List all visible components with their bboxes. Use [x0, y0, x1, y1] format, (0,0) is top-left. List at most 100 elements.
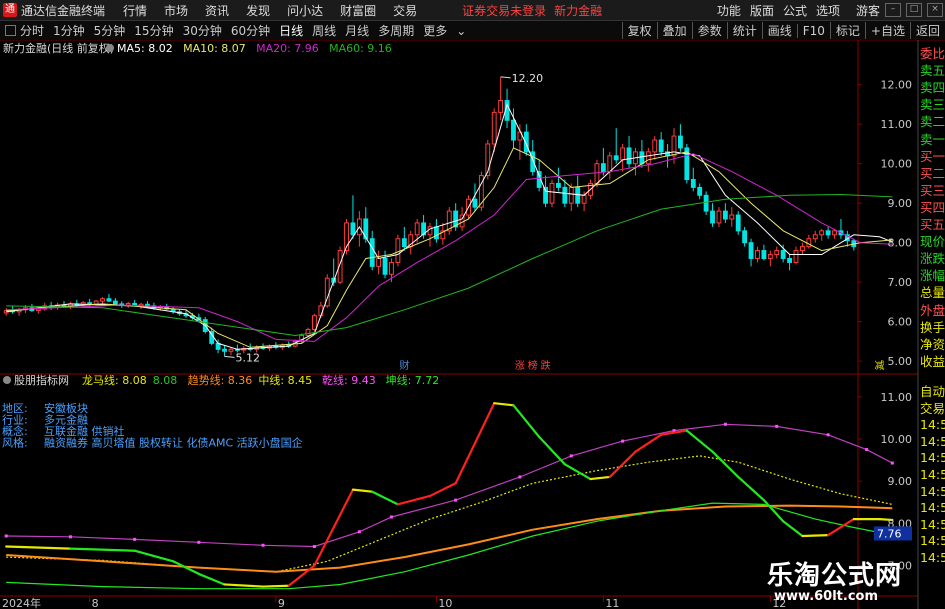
period-tab-intraday[interactable]: 分时 [20, 22, 44, 39]
stock-info-value: 融资融券 高贝塔值 股权转让 化债AMC 活跃小盘国企 [44, 436, 303, 450]
indicator-point [312, 545, 316, 549]
longma-line-segment [493, 402, 515, 407]
menu-item-news[interactable]: 资讯 [205, 2, 229, 19]
side-panel-item: 14:56 [920, 516, 945, 532]
menu-item-quotes[interactable]: 行情 [123, 2, 147, 19]
tool-statistics[interactable]: 统计 [726, 22, 762, 39]
current-value-tag-label: 7.76 [877, 527, 902, 540]
close-icon[interactable]: × [927, 3, 943, 17]
side-panel-item: 卖一 [920, 131, 945, 147]
longma-line-segment [711, 450, 740, 479]
side-panel-item: 自动 [920, 384, 945, 399]
indicator-point [621, 439, 625, 443]
period-tab-1min[interactable]: 1分钟 [53, 22, 85, 39]
candle-body [491, 111, 497, 145]
chart-tools: 复权 叠加 参数 统计 画线 F10 标记 +自选 返回 [621, 21, 945, 40]
period-tab-5min[interactable]: 5分钟 [94, 22, 126, 39]
side-panel-item: 14:56 [920, 483, 945, 499]
candle-body [626, 147, 632, 165]
stock-name-label: 新力金融(日线 前复权) [3, 41, 114, 55]
x-axis-label: 8 [92, 597, 99, 609]
indicator-tick-label: 9.00 [888, 475, 913, 488]
ma-line-ma10 [6, 147, 893, 348]
period-tab-15min[interactable]: 15分钟 [134, 22, 173, 39]
menu-item-options[interactable]: 选项 [816, 2, 840, 19]
tool-mark[interactable]: 标记 [829, 22, 865, 39]
candle-body [832, 230, 837, 236]
chevron-down-icon[interactable]: ⌄ [456, 24, 466, 38]
maximize-icon[interactable]: □ [906, 3, 922, 17]
menu-item-function[interactable]: 功能 [717, 2, 741, 19]
period-tab-more[interactable]: 更多 [423, 22, 447, 39]
candle-body [305, 329, 311, 336]
period-tab-monthly[interactable]: 月线 [345, 22, 369, 39]
menu-item-ask[interactable]: 问小达 [287, 2, 323, 19]
ma-legend-item: MA10: 8.07 [183, 42, 246, 55]
side-panel-item: 14:56 [920, 467, 945, 482]
tool-params[interactable]: 参数 [691, 22, 727, 39]
menu-item-wealth-circle[interactable]: 财富圈 [340, 2, 376, 19]
candle-body [228, 348, 234, 352]
guest-label[interactable]: 游客 [856, 2, 880, 19]
candle-body [600, 163, 606, 173]
candle-body [530, 151, 536, 173]
candle-body [819, 230, 825, 236]
tool-draw[interactable]: 画线 [761, 22, 797, 39]
layout-toggle-icon[interactable] [5, 25, 16, 36]
longma-line-segment [428, 482, 457, 498]
indicator-point [723, 422, 727, 426]
ma-legend-item: MA5: 8.02 [117, 42, 173, 55]
event-marker: 跌 [541, 359, 551, 372]
candle-body [376, 257, 382, 267]
minimize-icon[interactable]: – [885, 3, 901, 17]
indicator-name: 股朋指标网 [14, 373, 69, 387]
watermark-title: 乐淘公式网 [767, 561, 903, 591]
menu-item-discover[interactable]: 发现 [246, 2, 270, 19]
candle-body [607, 155, 613, 173]
period-tab-weekly[interactable]: 周线 [312, 22, 336, 39]
indicator-point [389, 515, 393, 519]
candle-body [613, 155, 619, 161]
menu-item-trade[interactable]: 交易 [393, 2, 417, 19]
indicator-point [68, 535, 72, 539]
legend-toggle-icon[interactable] [106, 44, 114, 52]
candle-body [389, 261, 394, 275]
menu-item-market[interactable]: 市场 [164, 2, 188, 19]
candle-body [222, 348, 227, 352]
tool-adjust[interactable]: 复权 [621, 22, 657, 39]
period-tab-30min[interactable]: 30分钟 [183, 22, 222, 39]
candle-body [401, 238, 407, 248]
x-axis-label: 2024年 [2, 596, 41, 609]
tool-back[interactable]: 返回 [909, 22, 945, 39]
chart-area[interactable]: 12.00 11.00 10.00 9.00 8.00 7.00 6.00 5.00 11.00… [0, 40, 945, 609]
candle-body [87, 302, 93, 305]
candle-body [748, 242, 754, 259]
candle-body [799, 246, 805, 252]
side-panel-item: 14:56 [920, 550, 945, 565]
menu-item-layout[interactable]: 版面 [750, 2, 774, 19]
candle-body [543, 186, 549, 204]
login-notice[interactable]: 证券交易未登录 [462, 2, 546, 19]
candle-body [652, 139, 658, 153]
candle-body [710, 210, 715, 224]
low-price-label: 5.12 [236, 351, 260, 364]
tool-f10[interactable]: F10 [796, 23, 830, 38]
candle-body [735, 214, 741, 232]
candle-body [106, 298, 112, 302]
candle-body [369, 238, 375, 267]
indicator-toggle-icon[interactable] [3, 376, 11, 384]
longma-line-segment [5, 545, 72, 550]
period-tab-60min[interactable]: 60分钟 [231, 22, 270, 39]
candle-body [793, 250, 799, 263]
candle-body [555, 182, 561, 188]
period-tab-multi[interactable]: 多周期 [378, 22, 414, 39]
candle-body [433, 226, 439, 240]
tool-overlay[interactable]: 叠加 [656, 22, 692, 39]
candle-body [787, 257, 793, 263]
menu-item-formula[interactable]: 公式 [783, 2, 807, 19]
price-tick-label: 6.00 [888, 316, 913, 329]
tool-add-watchlist[interactable]: +自选 [864, 22, 910, 39]
candle-body [645, 151, 651, 165]
candle-body [690, 179, 696, 188]
period-tab-daily[interactable]: 日线 [279, 22, 303, 39]
